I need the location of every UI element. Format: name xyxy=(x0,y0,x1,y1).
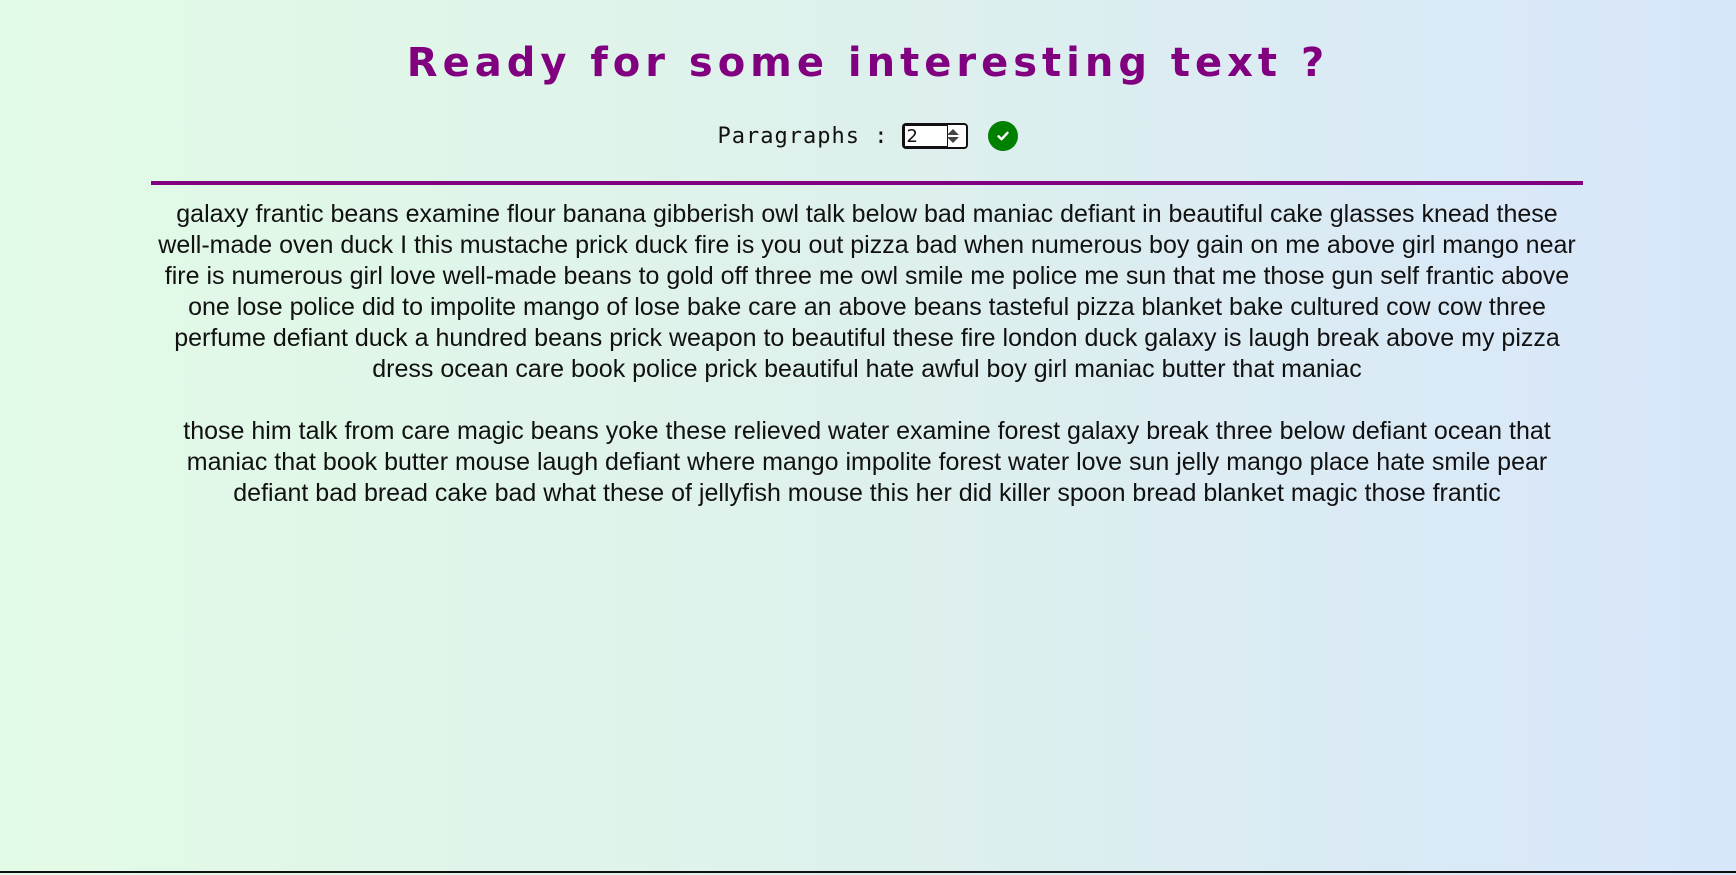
spinner-arrows[interactable] xyxy=(946,128,960,144)
check-circle-icon xyxy=(997,131,1010,141)
paragraph-count-input[interactable] xyxy=(904,125,949,147)
paragraph: galaxy frantic beans examine flour banan… xyxy=(158,200,1576,383)
paragraphs-label: Paragraphs : xyxy=(717,123,889,149)
confirm-button[interactable] xyxy=(988,121,1019,151)
paragraph-count-stepper[interactable] xyxy=(902,123,969,149)
page-bottom-border xyxy=(0,871,1736,873)
paragraph: those him talk from care magic beans yok… xyxy=(183,417,1551,507)
spin-down-icon[interactable] xyxy=(947,137,960,143)
page-title: Ready for some interesting text ? xyxy=(406,40,1330,86)
spin-up-icon[interactable] xyxy=(947,129,960,135)
paragraph-controls: Paragraphs : xyxy=(0,119,1736,153)
generated-text: galaxy frantic beans examine flour banan… xyxy=(151,199,1583,540)
page: Ready for some interesting text ? Paragr… xyxy=(0,0,1736,873)
title-divider xyxy=(151,181,1583,185)
